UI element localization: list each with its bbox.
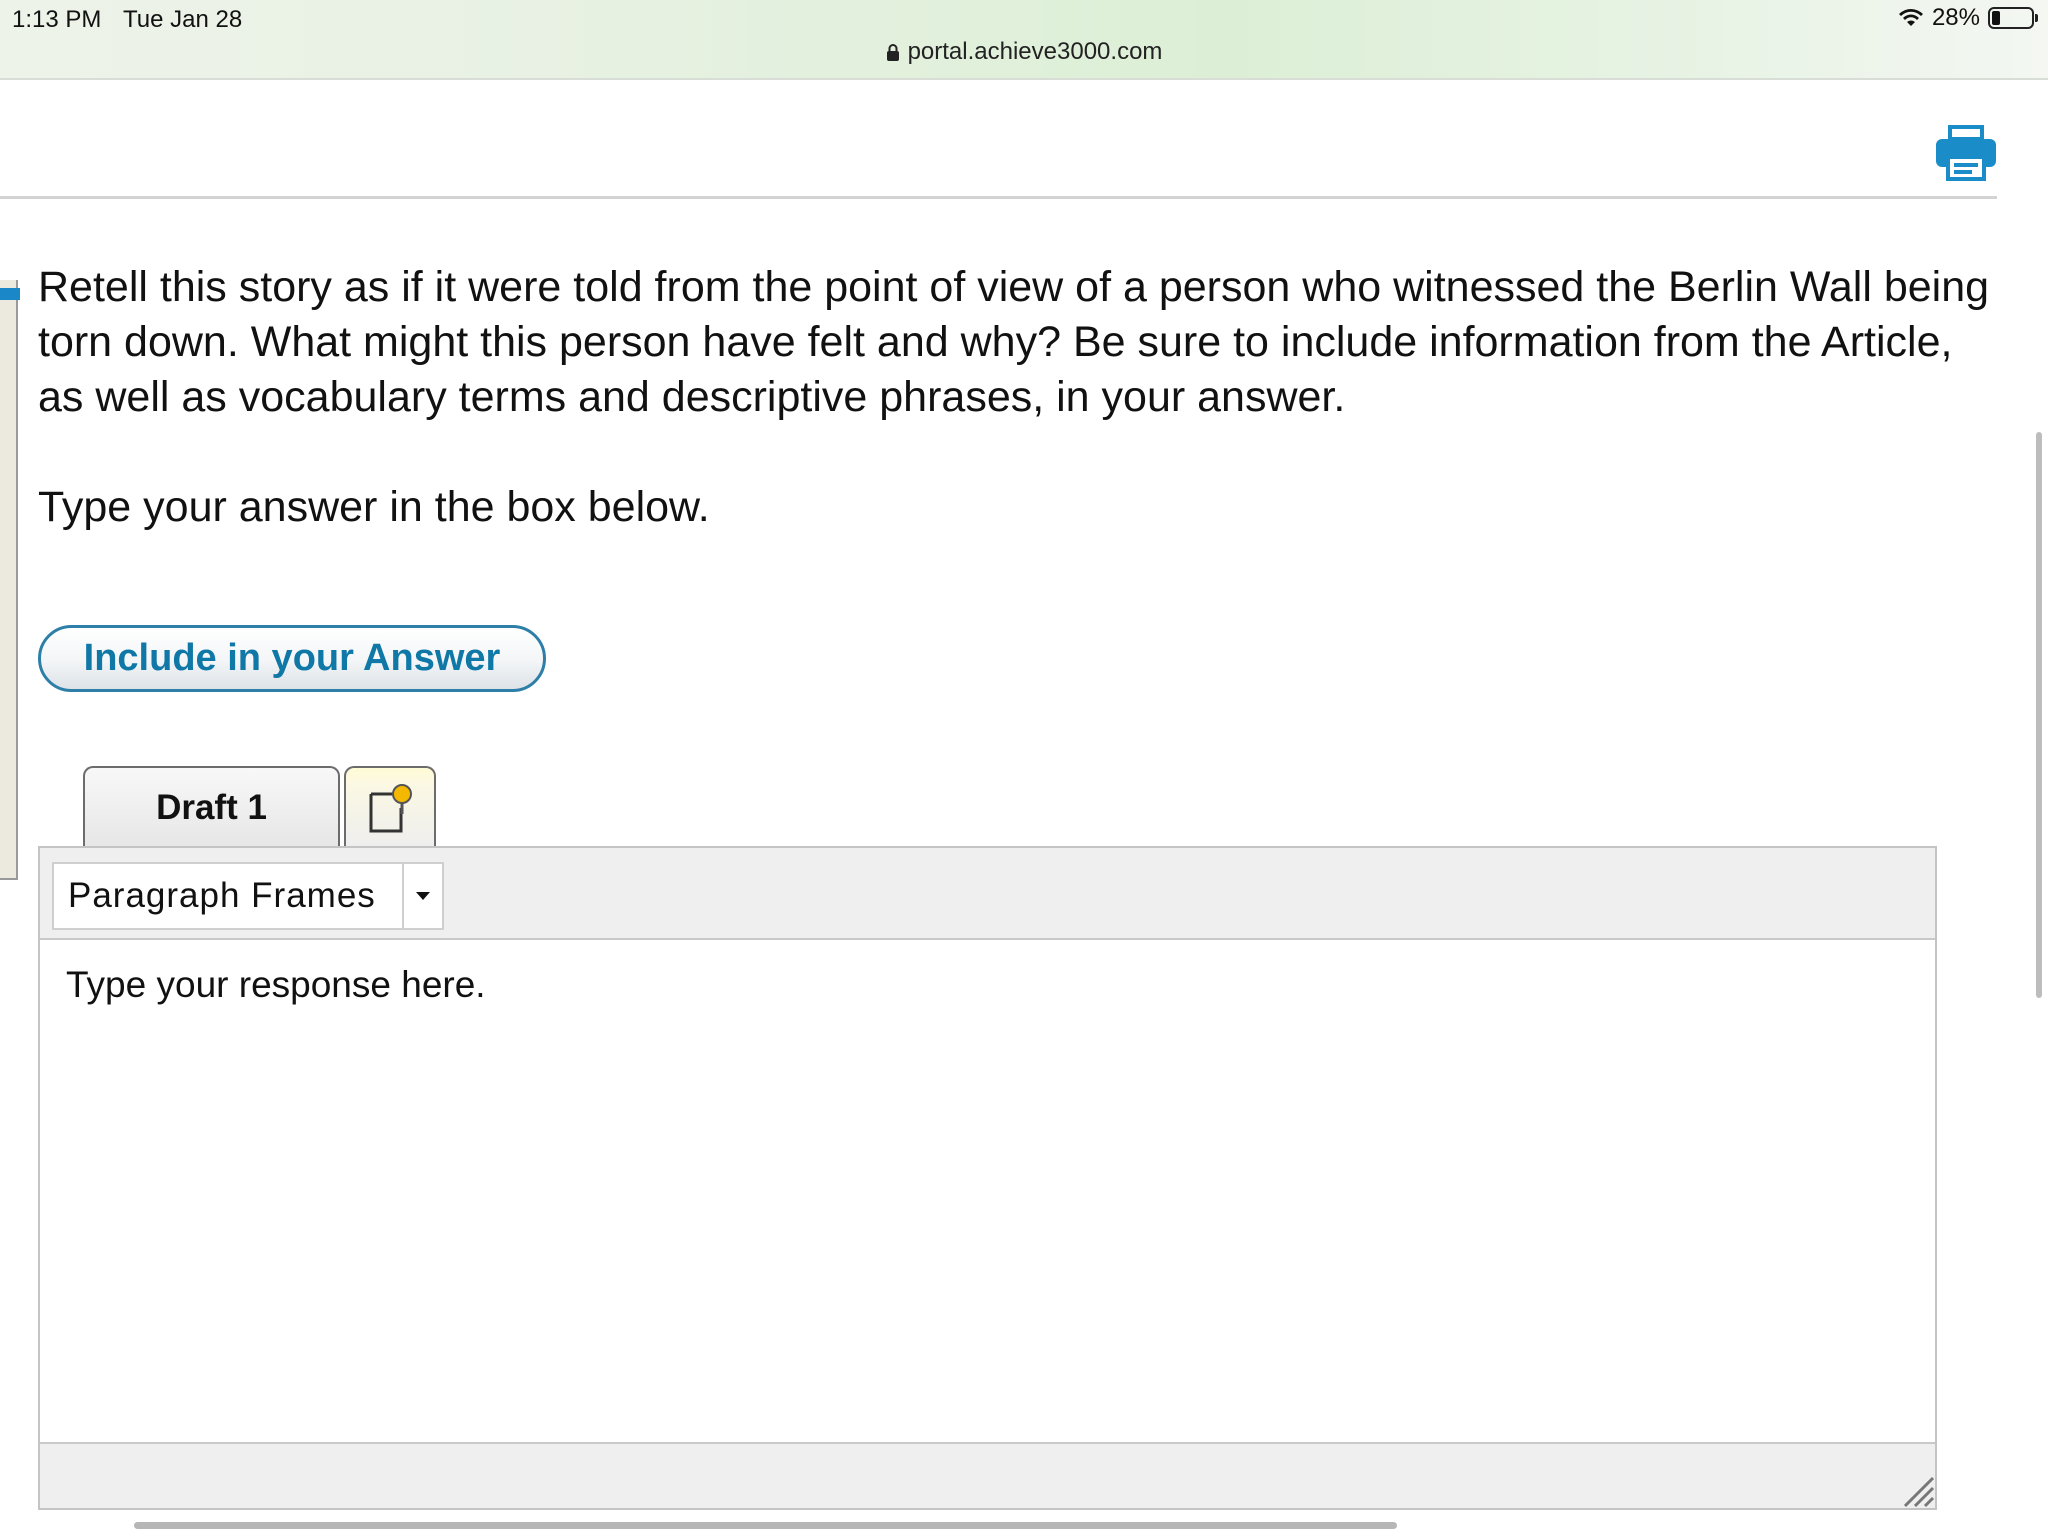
tab-notes[interactable]	[344, 766, 436, 848]
printer-icon[interactable]	[1934, 123, 1998, 181]
paragraph-frames-dropdown[interactable]: Paragraph Frames	[52, 862, 444, 930]
paragraph-frames-label: Paragraph Frames	[68, 876, 376, 915]
side-panel-handle[interactable]	[0, 288, 20, 300]
tab-draft-1[interactable]: Draft 1	[83, 766, 340, 848]
url-text: portal.achieve3000.com	[907, 38, 1163, 65]
side-panel[interactable]	[0, 280, 18, 880]
editor-status-bar	[40, 1442, 1935, 1508]
lock-icon	[886, 43, 900, 61]
response-editor: Paragraph Frames Type your response here…	[38, 846, 1937, 1510]
status-time: 1:13 PM	[12, 6, 102, 33]
editor-toolbar: Paragraph Frames	[40, 848, 1935, 940]
vertical-scrollbar[interactable]	[2036, 432, 2042, 998]
chevron-down-icon	[402, 864, 442, 928]
status-date: Tue Jan 28	[123, 6, 243, 33]
wifi-icon	[1898, 8, 1924, 28]
horizontal-scrollbar[interactable]	[134, 1522, 1397, 1529]
include-in-answer-button[interactable]: Include in your Answer	[38, 625, 546, 692]
sticky-note-icon	[369, 784, 412, 833]
address-bar[interactable]: portal.achieve3000.com	[0, 38, 2048, 66]
response-textarea[interactable]: Type your response here.	[40, 940, 1935, 1444]
question-prompt: Retell this story as if it were told fro…	[38, 263, 1990, 421]
status-indicators: 28%	[1898, 4, 2038, 32]
status-bar: 1:13 PM Tue Jan 28 28% portal.achieve300…	[0, 0, 2048, 80]
answer-instruction: Type your answer in the box below.	[38, 483, 710, 531]
battery-icon	[1988, 7, 2038, 29]
battery-percent: 28%	[1931, 4, 1980, 31]
resize-handle-icon[interactable]	[1899, 1472, 1935, 1508]
header-divider	[0, 196, 1997, 199]
